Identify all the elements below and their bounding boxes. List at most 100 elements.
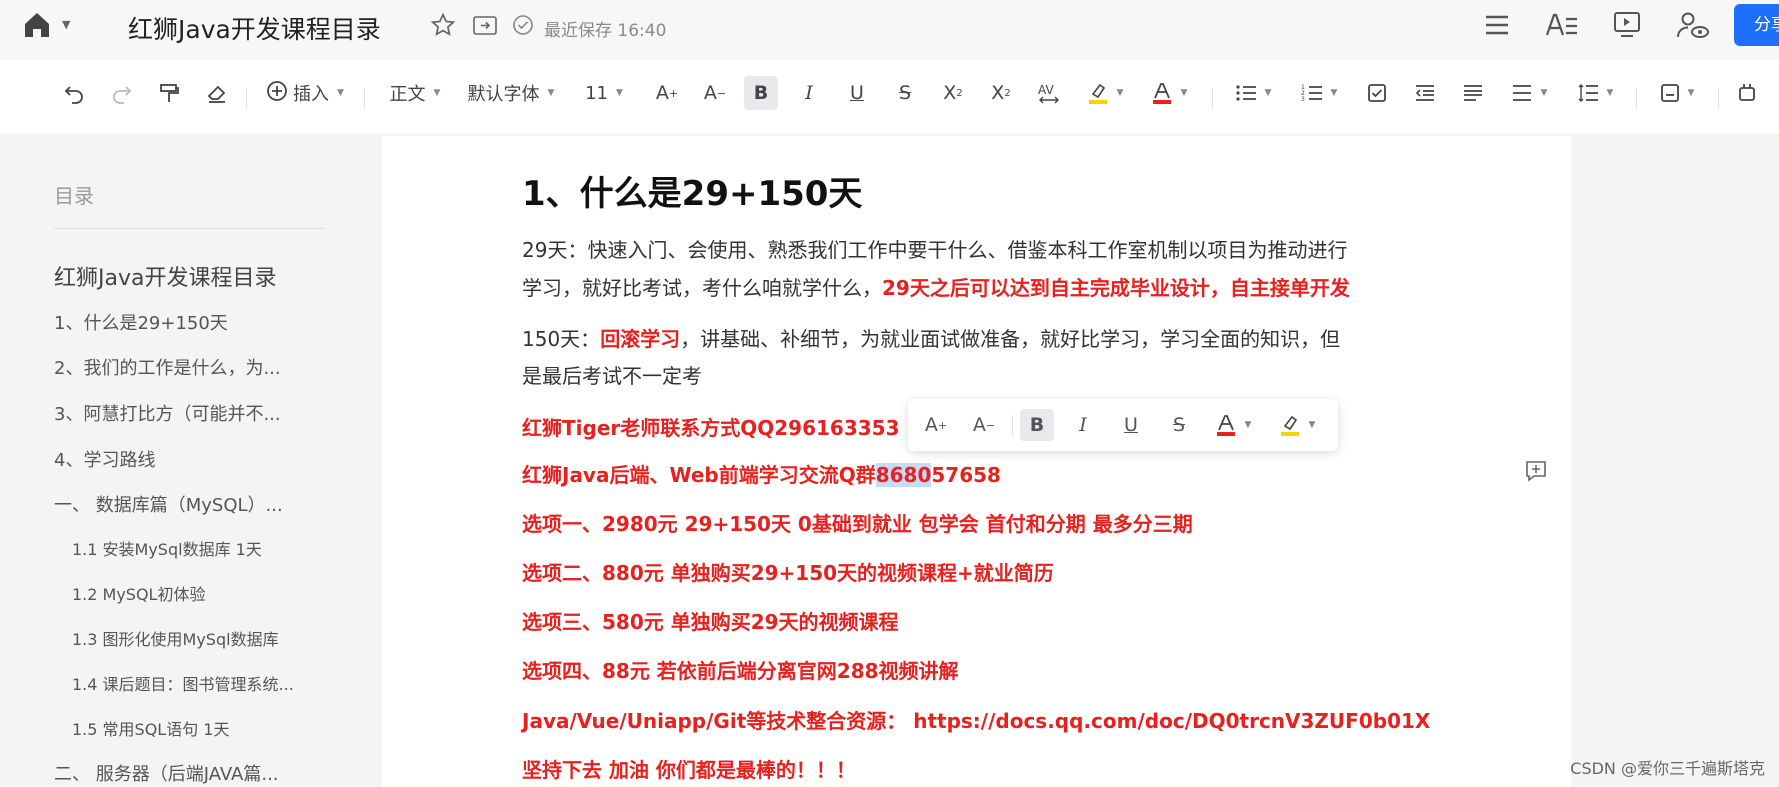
- underline-icon[interactable]: U: [1114, 409, 1148, 441]
- user-view-icon[interactable]: [1676, 10, 1710, 44]
- chevron-down-icon: ▼: [1606, 88, 1614, 98]
- eraser-icon[interactable]: [201, 76, 233, 110]
- home-icon[interactable]: [22, 10, 52, 40]
- right-margin-area: [1571, 136, 1779, 787]
- plugin-icon[interactable]: [1730, 76, 1764, 110]
- italic-icon[interactable]: I: [792, 76, 826, 110]
- font-color-icon[interactable]: ▼: [1208, 409, 1258, 441]
- closing-line[interactable]: 坚持下去 加油 你们都是最棒的！！！: [522, 754, 856, 783]
- superscript-icon[interactable]: X2: [984, 76, 1018, 110]
- format-painter-icon[interactable]: [153, 76, 185, 110]
- menu-icon[interactable]: [1483, 12, 1511, 42]
- bold-icon[interactable]: B: [744, 76, 778, 110]
- font-family-value: 默认字体: [467, 84, 540, 105]
- toc-item[interactable]: 一、 数据库篇（MySQL）...: [54, 491, 283, 517]
- bullet-list-icon[interactable]: ▼: [1228, 76, 1278, 110]
- toc-item[interactable]: 2、我们的工作是什么，为...: [54, 354, 281, 380]
- paragraph-style-select[interactable]: 正文 ▼: [382, 76, 448, 110]
- decrease-font-icon[interactable]: A −: [966, 409, 1002, 441]
- toc-item[interactable]: 3、阿慧打比方（可能并不...: [54, 400, 281, 426]
- insert-label: 插入: [293, 84, 330, 105]
- section-heading[interactable]: 1、什么是29+150天: [522, 166, 862, 215]
- indent-icon[interactable]: [1456, 76, 1490, 110]
- option-2-line[interactable]: 选项二、880元 单独购买29+150天的视频课程+就业简历: [522, 557, 1054, 586]
- chevron-down-icon: ▼: [1687, 88, 1695, 98]
- paragraph-style-value: 正文: [389, 84, 426, 105]
- paragraph-29-days-line1[interactable]: 29天：快速入门、会使用、熟悉我们工作中要干什么、借鉴本科工作室机制以项目为推动…: [522, 234, 1347, 263]
- outdent-icon[interactable]: [1408, 76, 1442, 110]
- highlight-icon[interactable]: ▼: [1272, 409, 1322, 441]
- numbered-list-icon[interactable]: 123 ▼: [1294, 76, 1344, 110]
- toc-item[interactable]: 二、 服务器（后端JAVA篇...: [54, 760, 279, 786]
- toolbar-divider: [1636, 88, 1637, 108]
- chevron-down-icon: ▼: [1330, 88, 1338, 98]
- page-setup-icon[interactable]: ▼: [1652, 76, 1702, 110]
- redo-icon[interactable]: [106, 76, 138, 110]
- strikethrough-icon[interactable]: S: [1162, 409, 1196, 441]
- font-family-select[interactable]: 默认字体 ▼: [462, 76, 560, 110]
- toc-label: 目录: [54, 184, 94, 208]
- format-toolbar: 插入 ▼ 正文 ▼ 默认字体 ▼ 11 ▼ A + A − B I U S X2 X…: [0, 60, 1779, 135]
- checklist-icon[interactable]: [1360, 76, 1394, 110]
- increase-font-icon[interactable]: A +: [918, 409, 954, 441]
- decrease-font-icon[interactable]: A −: [698, 76, 732, 110]
- underline-icon[interactable]: U: [840, 76, 874, 110]
- contact-qq-line[interactable]: 红狮Tiger老师联系方式QQ296163353: [522, 412, 900, 441]
- qq-group-line[interactable]: 红狮Java后端、Web前端学习交流Q群868057658: [522, 459, 1001, 488]
- toc-item[interactable]: 红狮Java开发课程目录: [54, 260, 276, 292]
- present-icon[interactable]: [1612, 10, 1642, 44]
- option-1-line[interactable]: 选项一、2980元 29+150天 0基础到就业 包学会 首付和分期 最多分三期: [522, 508, 1193, 537]
- document-title[interactable]: 红狮Java开发课程目录: [128, 10, 381, 46]
- selected-text: 8680: [875, 463, 932, 487]
- text-run: 150天：: [522, 327, 601, 351]
- move-icon[interactable]: [472, 13, 498, 41]
- toc-item[interactable]: 1.1 安装MySql数据库 1天: [72, 536, 262, 560]
- highlight-icon[interactable]: ▼: [1080, 76, 1130, 110]
- text-run: 红狮Java后端、Web前端学习交流Q群: [522, 463, 876, 487]
- chevron-down-icon: ▼: [615, 88, 623, 98]
- resources-line[interactable]: Java/Vue/Uniapp/Git等技术整合资源： https://docs…: [522, 705, 1430, 734]
- insert-button[interactable]: 插入 ▼: [262, 76, 348, 110]
- strikethrough-icon[interactable]: S: [888, 76, 922, 110]
- toc-item[interactable]: 1.4 课后题目：图书管理系统...: [72, 671, 294, 695]
- text-run: 学习，就好比考试，考什么咱就学什么，: [522, 276, 882, 300]
- align-icon[interactable]: ▼: [1504, 76, 1554, 110]
- chevron-down-icon: ▼: [547, 88, 555, 98]
- italic-icon[interactable]: I: [1066, 409, 1100, 441]
- char-spacing-icon[interactable]: AV: [1032, 76, 1066, 110]
- chevron-down-icon: ▼: [1540, 88, 1548, 98]
- bold-icon[interactable]: B: [1020, 409, 1054, 441]
- save-status: 最近保存 16:40: [544, 21, 667, 41]
- option-4-line[interactable]: 选项四、88元 若依前后端分离官网288视频讲解: [522, 655, 959, 684]
- font-color-icon[interactable]: ▼: [1144, 76, 1194, 110]
- line-spacing-icon[interactable]: ▼: [1570, 76, 1620, 110]
- toc-item[interactable]: 1.2 MySQL初体验: [72, 581, 205, 605]
- option-3-line[interactable]: 选项三、580元 单独购买29天的视频课程: [522, 606, 899, 635]
- paragraph-150-days-line1[interactable]: 150天：回滚学习，讲基础、补细节，为就业面试做准备，就好比学习，学习全面的知识…: [522, 323, 1340, 352]
- text-format-icon[interactable]: [1545, 11, 1579, 43]
- subscript-icon[interactable]: X2: [936, 76, 970, 110]
- toc-divider: [54, 228, 324, 229]
- paragraph-29-days-line2[interactable]: 学习，就好比考试，考什么咱就学什么，29天之后可以达到自主完成毕业设计，自主接单…: [522, 272, 1350, 301]
- toolbar-divider: [246, 88, 247, 108]
- document-page[interactable]: 1、什么是29+150天 29天：快速入门、会使用、熟悉我们工作中要干什么、借鉴…: [382, 136, 1571, 787]
- star-icon[interactable]: [430, 12, 456, 42]
- undo-icon[interactable]: [58, 76, 90, 110]
- toc-item[interactable]: 1.3 图形化使用MySql数据库: [72, 626, 279, 650]
- chevron-down-icon: ▼: [1308, 420, 1316, 430]
- chevron-down-icon: ▼: [1116, 88, 1124, 98]
- share-button[interactable]: 分享: [1734, 4, 1779, 46]
- text-run: 57658: [931, 463, 1001, 487]
- toolbar-divider: [364, 88, 365, 108]
- add-comment-icon[interactable]: [1524, 459, 1548, 487]
- emphasis-text: 回滚学习: [600, 327, 681, 351]
- table-of-contents: 目录 红狮Java开发课程目录 1、什么是29+150天 2、我们的工作是什么，…: [0, 136, 380, 787]
- toc-item[interactable]: 1、什么是29+150天: [54, 309, 228, 335]
- toc-item[interactable]: 4、学习路线: [54, 446, 155, 472]
- font-size-select[interactable]: 11 ▼: [578, 76, 630, 110]
- home-menu-caret-icon[interactable]: ▼: [62, 18, 70, 31]
- increase-font-icon[interactable]: A +: [650, 76, 684, 110]
- paragraph-150-days-line2[interactable]: 是最后考试不一定考: [522, 360, 702, 389]
- floatbar-divider: [1012, 415, 1013, 435]
- toc-item[interactable]: 1.5 常用SQL语句 1天: [72, 716, 229, 740]
